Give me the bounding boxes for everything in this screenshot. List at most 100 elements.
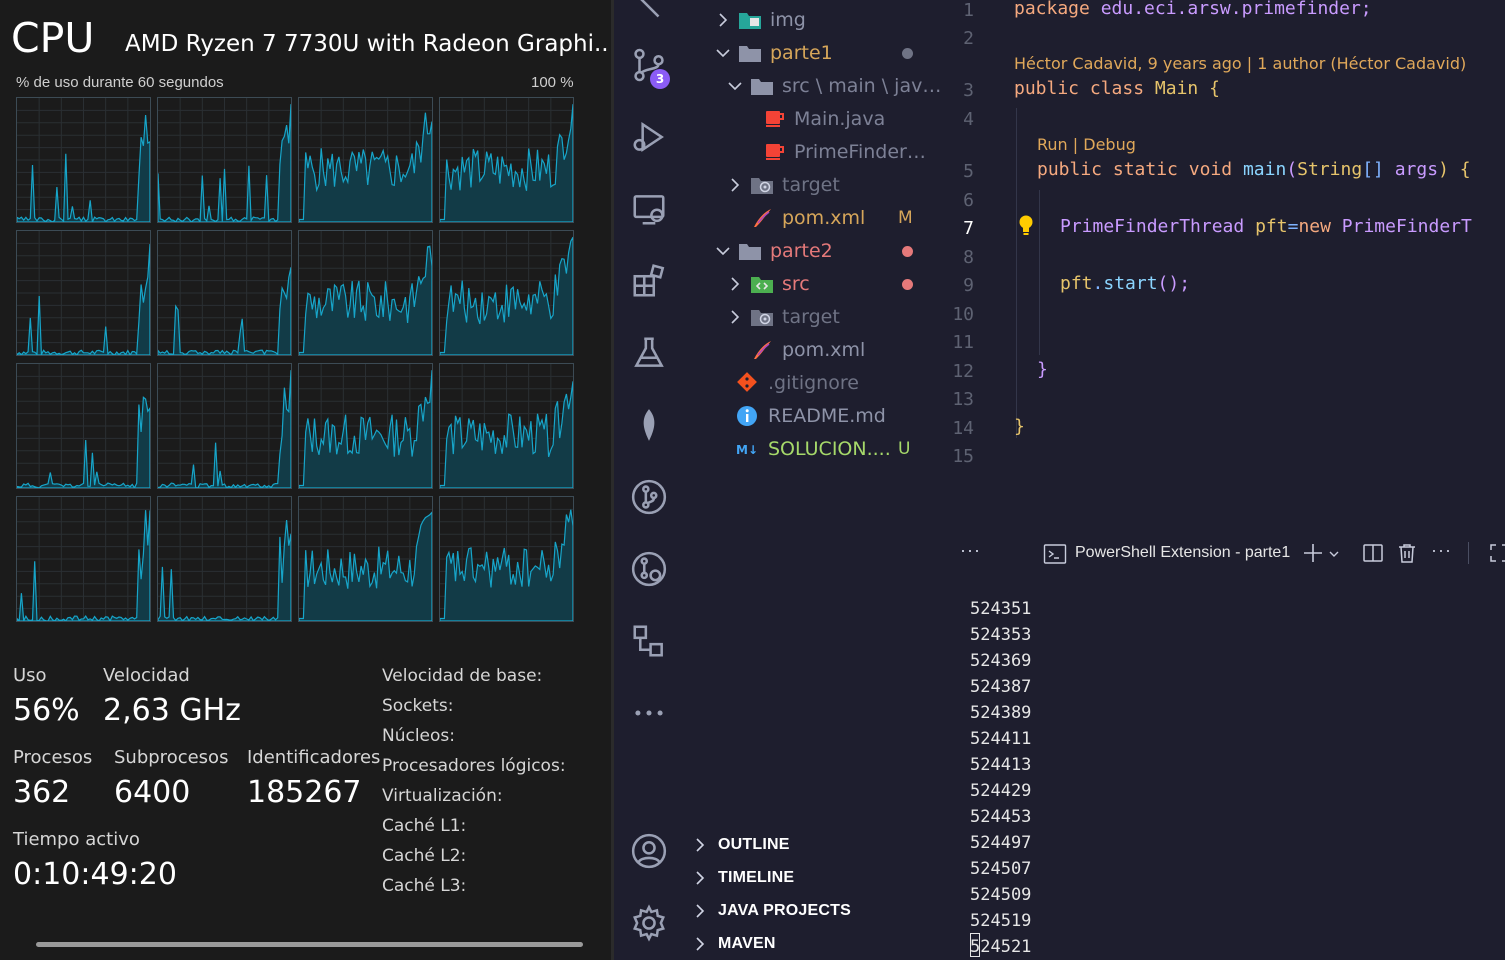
code-line-12: }	[1037, 359, 1048, 380]
explorer-item[interactable]: img	[714, 5, 806, 35]
section-timeline[interactable]: TIMELINE	[692, 863, 794, 893]
line-number: 11	[952, 332, 974, 353]
explorer-item[interactable]: .gitignore	[736, 368, 859, 398]
terminal-cursor	[970, 933, 980, 957]
line-number: 3	[963, 80, 974, 101]
cpu-core-graph	[439, 496, 574, 622]
line-number: 5	[963, 161, 974, 182]
cpu-core-graph	[439, 363, 574, 489]
chevron-right-icon[interactable]	[714, 11, 732, 29]
spec-sockets: Sockets:	[382, 696, 454, 716]
info-icon	[736, 405, 768, 427]
terminal-panel: ··· PowerShell Extension - parte1 ··· 52…	[940, 530, 1505, 960]
horizontal-scrollbar[interactable]	[36, 942, 583, 947]
explorer-item-label: PrimeFinderThr...	[794, 141, 926, 163]
explorer-item-label: Main.java	[794, 108, 886, 130]
section-outline[interactable]: OUTLINE	[692, 830, 790, 860]
git-graph-icon[interactable]	[628, 476, 670, 518]
explorer-item-label: parte2	[770, 240, 833, 262]
chevron-down-icon[interactable]	[714, 242, 732, 260]
uso-value: 56%	[13, 693, 80, 728]
new-terminal-plus-icon[interactable]	[1302, 542, 1324, 564]
brace: {	[1209, 78, 1220, 99]
explorer-item[interactable]: pom.xml	[750, 335, 865, 365]
java-file-icon	[762, 141, 794, 163]
explorer-item[interactable]: parte1	[714, 38, 833, 68]
settings-gear-icon[interactable]	[628, 902, 670, 944]
remote-explorer-icon[interactable]	[628, 188, 670, 230]
run-debug-icon[interactable]	[628, 116, 670, 158]
chevron-right-icon[interactable]	[726, 275, 744, 293]
folder-icon	[738, 42, 770, 64]
line-number: 1	[963, 0, 974, 21]
cpu-core-graph	[157, 230, 292, 356]
activity-bar: 3	[614, 0, 686, 960]
chevron-right-icon[interactable]	[726, 176, 744, 194]
run-debug-codelens[interactable]: Run | Debug	[1037, 135, 1136, 154]
section-label: OUTLINE	[718, 836, 790, 853]
git-blame-codelens[interactable]: Héctor Cadavid, 9 years ago | 1 author (…	[1014, 54, 1466, 73]
lightbulb-icon[interactable]	[1018, 214, 1034, 236]
identificadores-value: 185267	[247, 775, 362, 810]
vscode-window: 3 img parte1 src \ main \ java Main.java…	[614, 0, 1505, 960]
diagram-icon[interactable]	[628, 620, 670, 662]
git-status-dot	[902, 48, 913, 59]
maven-pom-icon	[750, 339, 782, 361]
explorer-icon[interactable]	[628, 0, 670, 28]
panel-more-actions[interactable]: ···	[960, 540, 981, 561]
cpu-core-graph	[16, 363, 151, 489]
explorer-item[interactable]: src \ main \ java \ ...	[726, 71, 950, 101]
explorer-item-label: target	[782, 306, 840, 328]
section-java-projects[interactable]: JAVA PROJECTS	[692, 896, 851, 926]
type-name: String	[1297, 159, 1363, 180]
more-icon[interactable]	[628, 692, 670, 734]
extensions-icon[interactable]	[628, 260, 670, 302]
explorer-item[interactable]: README.md	[736, 401, 886, 431]
uso-label: Uso	[13, 665, 47, 686]
explorer-item[interactable]: pom.xml	[750, 203, 865, 233]
chevron-right-icon[interactable]	[726, 308, 744, 326]
chevron-down-icon[interactable]	[714, 44, 732, 62]
testing-icon[interactable]	[628, 332, 670, 374]
terminal-tab-label[interactable]: PowerShell Extension - parte1	[1075, 544, 1290, 562]
procesos-label: Procesos	[13, 747, 93, 768]
operator: =	[1287, 216, 1299, 237]
terminal-output[interactable]: 524351 524353 524369 524387 524389 524411 5244…	[970, 596, 1031, 960]
line-number-active: 7	[963, 218, 974, 239]
explorer-item[interactable]: target	[726, 302, 840, 332]
explorer-item-label: pom.xml	[782, 339, 866, 361]
section-maven[interactable]: MAVEN	[692, 929, 776, 959]
explorer-item[interactable]: src	[726, 269, 810, 299]
cpu-core-graph	[439, 230, 574, 356]
package-name: edu.eci.arsw.primefinder;	[1100, 0, 1372, 19]
call-end: ();	[1157, 273, 1191, 294]
keyword: public	[1037, 159, 1103, 180]
explorer-item[interactable]: target	[726, 170, 840, 200]
code-editor[interactable]: 1 2 3 4 5 6 7 8 9 10 11 12 13 14 15 pack…	[940, 0, 1505, 530]
explorer-item[interactable]: Main.java	[762, 104, 885, 134]
spec-virtualizacion: Virtualización:	[382, 786, 503, 806]
target-folder-icon	[750, 306, 782, 328]
line-number: 8	[963, 247, 974, 268]
cpu-core-graph	[157, 363, 292, 489]
explorer-item[interactable]: parte2	[714, 236, 833, 266]
split-terminal-icon[interactable]	[1362, 542, 1384, 564]
explorer-item-label: SOLUCION....	[768, 438, 891, 460]
toolbar-divider	[1468, 542, 1469, 564]
chevron-down-icon[interactable]	[726, 77, 744, 95]
mongodb-icon[interactable]	[628, 404, 670, 446]
variable-name: pft	[1060, 273, 1093, 294]
account-icon[interactable]	[628, 830, 670, 872]
maven-pom-icon	[750, 207, 782, 229]
explorer-item[interactable]: M↓ SOLUCION....	[736, 434, 891, 464]
kill-terminal-trash-icon[interactable]	[1396, 542, 1418, 564]
spec-procesadores-logicos: Procesadores lógicos:	[382, 756, 566, 776]
terminal-more-icon[interactable]: ···	[1431, 540, 1452, 561]
dot: .	[1092, 273, 1104, 294]
terminal-dropdown-chevron-icon[interactable]	[1328, 547, 1340, 559]
github-icon[interactable]	[628, 548, 670, 590]
maximize-panel-icon[interactable]	[1488, 542, 1505, 564]
line-number: 4	[963, 109, 974, 130]
brace: }	[1037, 359, 1048, 380]
explorer-item[interactable]: PrimeFinderThr...	[762, 137, 926, 167]
